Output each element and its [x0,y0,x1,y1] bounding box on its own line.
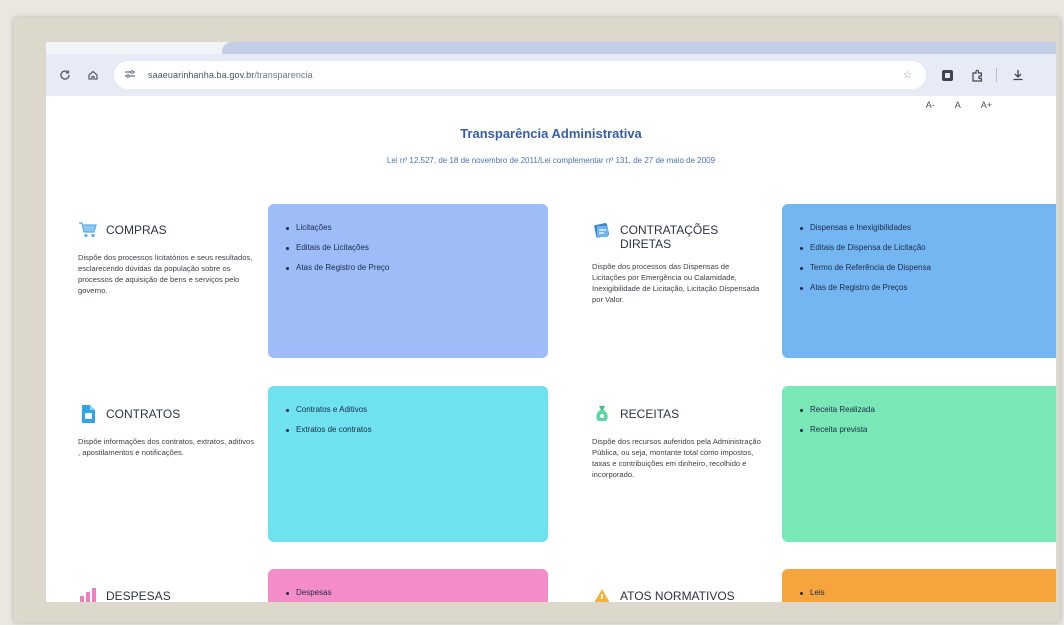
puzzle-extensions-icon[interactable] [968,66,986,84]
url-host: saaeuarinhanha.ba.gov.br [148,70,255,80]
link-contratos-aditivos[interactable]: Contratos e Aditivos [284,400,532,420]
link-editais-licitacoes[interactable]: Editais de Licitações [284,238,532,258]
section-receitas: RECEITAS Dispõe dos recursos auferidos p… [592,404,762,480]
contract-file-icon [82,405,95,423]
link-despesas[interactable]: Despesas [284,583,532,602]
section-atos-normativos: ATOS NORMATIVOS [592,586,772,602]
section-title-contratacoes-diretas: CONTRATAÇÕES DIRETAS [620,223,719,251]
section-title-contratos: CONTRATOS [106,407,181,421]
section-description-contratos: Dispõe informações dos contratos, extrat… [78,437,255,457]
shopping-cart-icon [79,222,97,238]
section-contratos: CONTRATOS Dispõe informações dos contrat… [78,404,258,458]
browser-window: saaeuarinhanha.ba.gov.br/transparencia ☆… [46,42,1056,602]
chart-icon [80,588,96,602]
link-dispensas-inexigibilidades[interactable]: Dispensas e Inexigibilidades [798,218,1056,238]
card-atos-normativos: Leis [782,569,1056,602]
font-increase-button[interactable]: A+ [981,100,992,110]
section-title-atos-normativos: ATOS NORMATIVOS [620,589,735,602]
url-path: /transparencia [254,70,313,80]
site-settings-icon[interactable] [124,69,140,82]
card-compras: Licitações Editais de Licitações Atas de… [268,204,548,358]
download-icon[interactable] [1009,66,1027,84]
link-leis[interactable]: Leis [798,583,1056,602]
address-bar[interactable]: saaeuarinhanha.ba.gov.br/transparencia ☆ [114,61,926,89]
link-atas-registro-precos[interactable]: Atas de Registro de Preços [798,278,1056,298]
tab-strip [46,42,1056,54]
page-subtitle: Lei nº 12.527, de 18 de novembro de 2011… [386,156,716,165]
bookmark-star-icon[interactable]: ☆ [903,70,912,81]
font-decrease-button[interactable]: A- [926,100,935,110]
active-tab[interactable] [222,42,1056,54]
link-licitacoes[interactable]: Licitações [284,218,532,238]
font-size-controls: A- A A+ [926,100,992,110]
link-termo-referencia-dispensa[interactable]: Termo de Referência de Dispensa [798,258,1056,278]
section-compras: COMPRAS Dispõe dos processos licitatório… [78,220,258,296]
link-receita-realizada[interactable]: Receita Realizada [798,400,1056,420]
section-description-receitas: Dispõe dos recursos auferidos pela Admin… [592,437,761,479]
link-atas-registro-preco[interactable]: Atas de Registro de Preço [284,258,532,278]
card-despesas: Despesas [268,569,548,602]
document-stack-icon [594,223,609,238]
card-receitas: Receita Realizada Receita prevista [782,386,1056,542]
extension-icon[interactable] [938,66,956,84]
card-contratos: Contratos e Aditivos Extratos de contrat… [268,386,548,542]
link-receita-prevista[interactable]: Receita prevista [798,420,1056,440]
browser-toolbar: saaeuarinhanha.ba.gov.br/transparencia ☆ [46,54,1056,96]
section-title-receitas: RECEITAS [620,407,680,421]
section-description-contratacoes-diretas: Dispõe dos processos das Dispensas de Li… [592,262,760,304]
section-title-compras: COMPRAS [106,223,167,237]
warning-icon [594,589,610,602]
page-title: Transparência Administrativa [460,126,642,141]
section-title-despesas: DESPESAS [106,589,171,602]
section-description-compras: Dispõe dos processos licitatórios e seus… [78,253,253,295]
section-despesas: DESPESAS [78,586,258,602]
card-contratacoes-diretas: Dispensas e Inexigibilidades Editais de … [782,204,1056,358]
section-contratacoes-diretas: CONTRATAÇÕES DIRETAS Dispõe dos processo… [592,220,762,305]
home-icon[interactable] [84,66,102,84]
toolbar-divider [996,68,997,82]
font-normal-button[interactable]: A [955,100,961,110]
url-text[interactable]: saaeuarinhanha.ba.gov.br/transparencia [148,70,313,80]
link-editais-dispensa[interactable]: Editais de Dispensa de Licitação [798,238,1056,258]
link-extratos-contratos[interactable]: Extratos de contratos [284,420,532,440]
reload-icon[interactable] [56,66,74,84]
money-bag-icon [596,406,608,421]
